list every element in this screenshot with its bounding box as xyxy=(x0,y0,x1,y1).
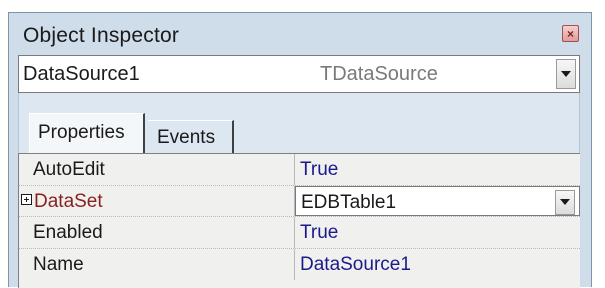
tab-events-label: Events xyxy=(157,127,216,148)
tab-events[interactable]: Events xyxy=(148,120,234,153)
close-button[interactable]: × xyxy=(562,25,579,42)
close-icon: × xyxy=(566,26,574,41)
object-inspector-window: Object Inspector × DataSource1 TDataSour… xyxy=(8,12,592,288)
tab-properties-label: Properties xyxy=(38,122,125,143)
chevron-down-icon xyxy=(561,71,571,77)
component-type: TDataSource xyxy=(320,63,438,85)
property-name: Name xyxy=(19,248,295,280)
property-grid: AutoEdit True DataSet EDBTable1 Enabled … xyxy=(18,153,580,288)
property-name: DataSet xyxy=(34,190,103,212)
tab-properties[interactable]: Properties xyxy=(29,113,145,153)
property-value[interactable]: True xyxy=(295,154,580,185)
property-row-name[interactable]: Name DataSource1 xyxy=(19,248,580,281)
window-title: Object Inspector xyxy=(23,24,180,47)
property-value-editor[interactable]: EDBTable1 xyxy=(295,185,580,216)
component-dropdown-button[interactable] xyxy=(556,59,576,89)
property-value[interactable]: DataSource1 xyxy=(295,249,580,281)
dataset-dropdown-button[interactable] xyxy=(555,189,575,215)
property-name: AutoEdit xyxy=(19,154,295,185)
plus-box-icon[interactable] xyxy=(21,193,32,205)
tab-strip: Properties Events xyxy=(18,93,580,153)
component-name: DataSource1 xyxy=(23,63,140,85)
property-value[interactable]: True xyxy=(295,217,580,248)
property-row-dataset[interactable]: DataSet EDBTable1 xyxy=(19,185,580,217)
component-selector[interactable]: DataSource1 TDataSource xyxy=(18,55,580,93)
property-row-enabled[interactable]: Enabled True xyxy=(19,217,580,249)
chevron-down-icon xyxy=(560,199,570,205)
property-value: EDBTable1 xyxy=(301,191,397,213)
title-bar: Object Inspector × xyxy=(9,13,591,55)
property-name-cell: DataSet xyxy=(19,185,295,216)
property-name: Enabled xyxy=(19,217,295,248)
property-row-autoedit[interactable]: AutoEdit True xyxy=(19,154,580,186)
